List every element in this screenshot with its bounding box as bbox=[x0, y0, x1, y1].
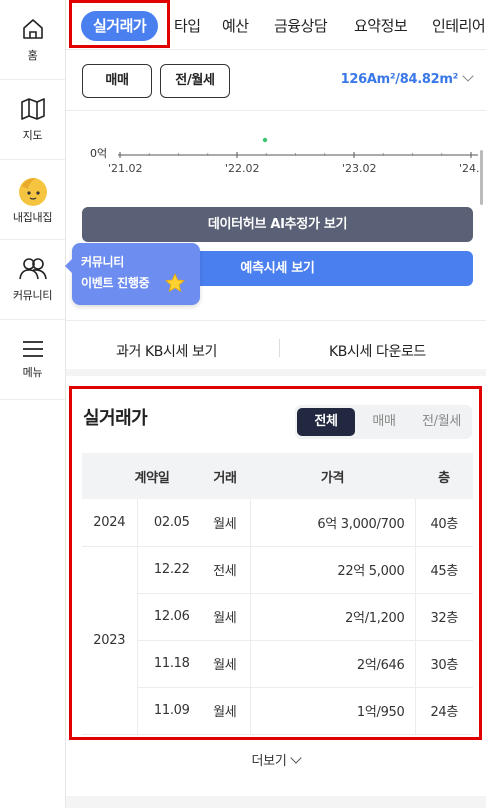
tab-interior[interactable]: 인테리어 bbox=[432, 11, 486, 41]
kb-links-row: 과거 KB시세 보기 KB시세 다운로드 bbox=[66, 320, 486, 376]
deal-type-row: 매매 전/월세 126Am²/84.82m² bbox=[66, 51, 486, 111]
sidebar-item-community[interactable]: 커뮤니티 bbox=[0, 240, 65, 320]
tooltip-line-1: 커뮤니티 bbox=[81, 255, 124, 269]
tab-summary[interactable]: 요약정보 bbox=[354, 11, 408, 41]
left-sidebar: 홈 지도 내집내집 커뮤니티 메뉴 bbox=[0, 0, 66, 808]
more-label: 더보기 bbox=[251, 754, 287, 769]
moon-character-icon bbox=[18, 177, 47, 206]
tab-finance-consult[interactable]: 금융상담 bbox=[274, 11, 328, 41]
chevron-down-icon bbox=[290, 752, 303, 764]
tab-bar: 실거래가 타입 예산 금융상담 요약정보 인테리어 bbox=[66, 0, 486, 50]
chevron-down-icon bbox=[462, 70, 474, 82]
sale-button[interactable]: 매매 bbox=[82, 64, 152, 98]
ai-estimate-button[interactable]: 데이터허브 AI추정가 보기 bbox=[82, 207, 473, 242]
hamburger-menu-icon bbox=[22, 340, 43, 357]
main-content: 실거래가 타입 예산 금융상담 요약정보 인테리어 매매 전/월세 126Am²… bbox=[66, 0, 486, 808]
kb-price-download-link[interactable]: KB시세 다운로드 bbox=[329, 341, 426, 361]
area-selector[interactable]: 126Am²/84.82m² bbox=[340, 70, 474, 87]
area-selector-label: 126Am²/84.82m² bbox=[340, 72, 459, 87]
community-event-tooltip[interactable]: 커뮤니티 이벤트 진행중 bbox=[65, 243, 200, 305]
tab-budget[interactable]: 예산 bbox=[222, 11, 249, 41]
sidebar-item-my-home[interactable]: 내집내집 bbox=[0, 160, 65, 240]
sidebar-item-label: 커뮤니티 bbox=[12, 288, 53, 302]
past-kb-price-link[interactable]: 과거 KB시세 보기 bbox=[116, 341, 217, 361]
highlight-box-tab bbox=[69, 0, 170, 48]
sidebar-item-menu[interactable]: 메뉴 bbox=[0, 320, 65, 400]
section-divider bbox=[66, 796, 486, 808]
lease-rent-button[interactable]: 전/월세 bbox=[160, 64, 230, 98]
people-icon bbox=[18, 257, 47, 279]
sidebar-item-label: 홈 bbox=[27, 48, 38, 62]
sidebar-item-label: 내집내집 bbox=[12, 210, 53, 224]
more-button[interactable]: 더보기 bbox=[66, 750, 486, 769]
sidebar-item-label: 메뉴 bbox=[22, 365, 43, 379]
divider bbox=[279, 339, 280, 357]
chart-scrollbar[interactable] bbox=[480, 150, 483, 205]
price-chart: 0억 '21.02 '22.02 '23.02 '24.02 bbox=[90, 137, 480, 175]
home-icon bbox=[22, 18, 43, 39]
chart-y-tick: 0억 bbox=[90, 147, 107, 160]
star-icon bbox=[165, 273, 185, 293]
sidebar-item-map[interactable]: 지도 bbox=[0, 80, 65, 160]
highlight-box-transactions bbox=[69, 386, 482, 740]
chart-x-tick-label: '24.02 bbox=[459, 162, 480, 175]
chart-x-tick-label: '23.02 bbox=[342, 162, 377, 175]
chart-x-tick-label: '22.02 bbox=[225, 162, 260, 175]
tab-type[interactable]: 타입 bbox=[174, 11, 201, 41]
sidebar-item-label: 지도 bbox=[22, 128, 43, 142]
chart-x-tick-label: '21.02 bbox=[108, 162, 143, 175]
map-icon bbox=[20, 97, 45, 120]
sidebar-item-home[interactable]: 홈 bbox=[0, 0, 65, 80]
chart-data-point bbox=[262, 137, 268, 143]
